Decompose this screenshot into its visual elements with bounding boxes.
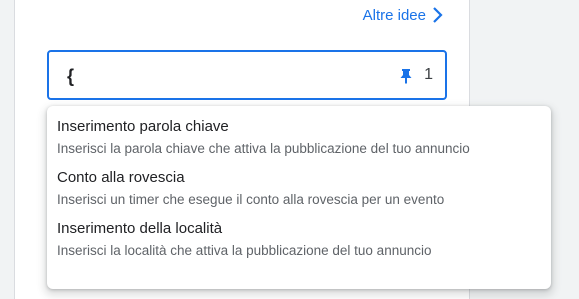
chevron-right-icon	[432, 6, 444, 24]
pin-counter: 1	[424, 66, 433, 83]
menu-item-title: Inserimento parola chiave	[57, 118, 229, 135]
menu-item-title: Conto alla rovescia	[57, 169, 185, 186]
suggestion-dropdown: Inserimento parola chiave Inserisci la p…	[47, 106, 551, 289]
menu-item-description: Inserisci la località che attiva la pubb…	[57, 243, 432, 258]
menu-item-title: Inserimento della località	[57, 220, 223, 237]
text-input-field[interactable]: { 1	[47, 50, 447, 100]
menu-item-description: Inserisci un timer che esegue il conto a…	[57, 192, 445, 207]
menu-item-keyword-insertion[interactable]: Inserimento parola chiave Inserisci la p…	[47, 114, 551, 165]
menu-item-countdown[interactable]: Conto alla rovescia Inserisci un timer c…	[47, 165, 551, 216]
more-ideas-link[interactable]: Altre idee	[363, 6, 444, 24]
more-ideas-label: Altre idee	[362, 6, 426, 24]
menu-item-location-insertion[interactable]: Inserimento della località Inserisci la …	[47, 216, 551, 267]
pin-icon[interactable]	[399, 68, 413, 84]
menu-item-description: Inserisci la parola chiave che attiva la…	[57, 141, 470, 156]
text-input[interactable]	[61, 64, 361, 88]
